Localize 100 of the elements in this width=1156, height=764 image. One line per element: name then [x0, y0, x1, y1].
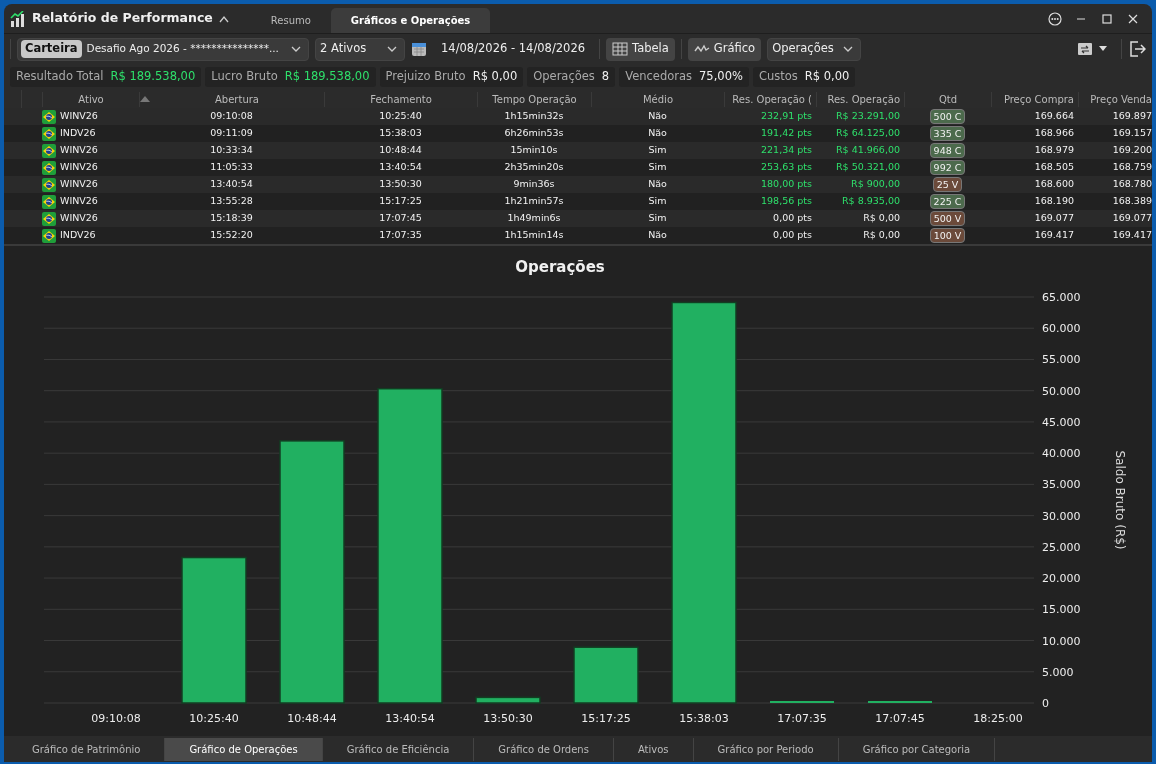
column-header[interactable]: Ativo	[42, 91, 139, 107]
calendar-icon[interactable]	[411, 41, 427, 57]
table-cell-text: 169.664	[1033, 109, 1075, 124]
table-cell-text: 232,91 pts	[760, 109, 813, 124]
close-icon[interactable]	[1128, 13, 1138, 24]
column-header[interactable]: Preço Compra	[991, 91, 1078, 107]
table-cell-text: Não	[647, 109, 668, 124]
table-button[interactable]: Tabela	[606, 37, 675, 61]
bar	[475, 696, 541, 704]
flag-icon	[42, 126, 56, 141]
caret-icon[interactable]	[1099, 46, 1107, 52]
y-axis-label: Saldo Bruto (R$)	[1113, 450, 1127, 550]
x-tick-label: 18:25:00	[973, 712, 1023, 725]
x-tick-label: 13:40:54	[385, 712, 435, 725]
stat-value: R$ 0,00	[472, 68, 518, 86]
table-cell-text: 169.157	[1111, 126, 1152, 141]
portfolio-dropdown[interactable]: Carteira Desafio Ago 2026 - ***************...	[17, 37, 309, 61]
portfolio-tag: Carteira	[21, 40, 82, 58]
y-tick-label: 20.000	[1042, 572, 1081, 586]
column-header[interactable]: Médio	[591, 91, 724, 107]
table-cell-text: 10:25:40	[378, 109, 423, 124]
table-cell-text: 168.190	[1033, 194, 1075, 209]
exit-icon[interactable]	[1128, 40, 1146, 58]
table-cell-text: 13:50:30	[378, 177, 423, 192]
chart-type-dropdown[interactable]: Operações	[767, 37, 862, 61]
stat-value: R$ 0,00	[804, 68, 850, 86]
column-header[interactable]: Res. Operação (	[724, 91, 816, 107]
column-header[interactable]: Qtd	[904, 91, 991, 107]
table-cell-text: 09:10:08	[209, 109, 254, 124]
grid-icon	[612, 42, 629, 56]
y-tick-label: 35.000	[1042, 478, 1081, 492]
table-cell-text: 0,00 pts	[772, 228, 813, 243]
column-header[interactable]: Res. Operação	[816, 91, 904, 107]
table-cell-text: 1h21min57s	[503, 194, 565, 209]
stat-value: 8	[601, 68, 610, 86]
line-chart-icon	[693, 43, 710, 55]
window-swap-icon[interactable]	[1077, 42, 1093, 56]
tab[interactable]: Gráfico por Categoria	[838, 737, 996, 761]
tab[interactable]: Ativos	[613, 737, 694, 761]
table-cell-text: 253,63 pts	[760, 160, 813, 175]
chart-title: Operações	[515, 258, 605, 276]
x-tick-label: 10:48:44	[287, 712, 337, 725]
bar	[573, 646, 639, 704]
table-cell-text: 1h49min6s	[506, 211, 562, 226]
tab[interactable]: Resumo	[250, 8, 331, 33]
chart-type-value: Operações	[772, 40, 835, 58]
column-header[interactable]: Preço Venda	[1078, 91, 1152, 107]
column-header[interactable]: Abertura	[150, 91, 324, 107]
table-cell-text: Não	[647, 228, 668, 243]
quantity-tag: 500 V	[929, 210, 966, 226]
x-tick-label: 15:38:03	[679, 712, 729, 725]
tab[interactable]: Gráficos e Operações	[330, 8, 491, 33]
maximize-icon[interactable]	[1102, 13, 1112, 24]
flag-icon	[42, 211, 56, 226]
chart-button[interactable]: Gráfico	[687, 37, 762, 61]
chevron-up-icon[interactable]	[218, 14, 229, 23]
table-cell-text: 168.600	[1033, 177, 1075, 192]
table-cell-text: Não	[647, 126, 668, 141]
flag-icon	[42, 177, 56, 192]
quantity-tag: 992 C	[929, 159, 966, 175]
column-header[interactable]: Fechamento	[324, 91, 477, 107]
tab[interactable]: Gráfico por Periodo	[693, 737, 839, 761]
y-tick-label: 25.000	[1042, 540, 1081, 554]
stat-label: Resultado Total	[16, 68, 104, 86]
table-cell-text: Sim	[647, 211, 668, 226]
quantity-tag: 948 C	[929, 142, 966, 158]
table-cell-text: 15min10s	[509, 143, 559, 158]
table-cell-text: 191,42 pts	[760, 126, 813, 141]
table-cell-text: 15:38:03	[378, 126, 423, 141]
table-cell-text: 169.077	[1033, 211, 1075, 226]
table-cell-text: R$ 0,00	[862, 228, 901, 243]
table-cell-text: 09:11:09	[209, 126, 254, 141]
table-cell-text: R$ 64.125,00	[835, 126, 901, 141]
flag-icon	[42, 143, 56, 158]
y-tick-label: 45.000	[1042, 415, 1081, 429]
table-cell-text: 11:05:33	[209, 160, 254, 175]
table-cell-text: 1h15min32s	[503, 109, 565, 124]
assets-dropdown[interactable]: 2 Ativos	[315, 37, 405, 61]
stat-label: Prejuizo Bruto	[385, 68, 466, 86]
stat-label: Operações	[533, 68, 595, 86]
table-cell: INDV26	[60, 126, 96, 141]
table-cell-text: R$ 23.291,00	[835, 109, 901, 124]
table-cell-text: Sim	[647, 143, 668, 158]
stat-value: 75,00%	[699, 68, 743, 86]
table-cell-text: 13:40:54	[209, 177, 254, 192]
table-cell-text: 169.897	[1111, 109, 1152, 124]
table-cell-text: R$ 0,00	[862, 211, 901, 226]
tab[interactable]: Gráfico de Operações	[165, 737, 323, 761]
tab[interactable]: Gráfico de Ordens	[474, 737, 614, 761]
sort-arrow-icon[interactable]	[140, 96, 150, 102]
table-cell-text: Sim	[647, 194, 668, 209]
table-cell: WINV26	[60, 177, 98, 192]
table-cell-text: 15:18:39	[209, 211, 254, 226]
table-cell-text: 0,00 pts	[772, 211, 813, 226]
tab[interactable]: Gráfico de Eficiência	[322, 737, 475, 761]
table-cell-text: 168.780	[1111, 177, 1152, 192]
more-icon[interactable]	[1048, 11, 1062, 26]
column-header[interactable]: Tempo Operação	[477, 91, 591, 107]
quantity-tag: 335 C	[929, 125, 966, 141]
table-cell-text: 10:33:34	[209, 143, 254, 158]
